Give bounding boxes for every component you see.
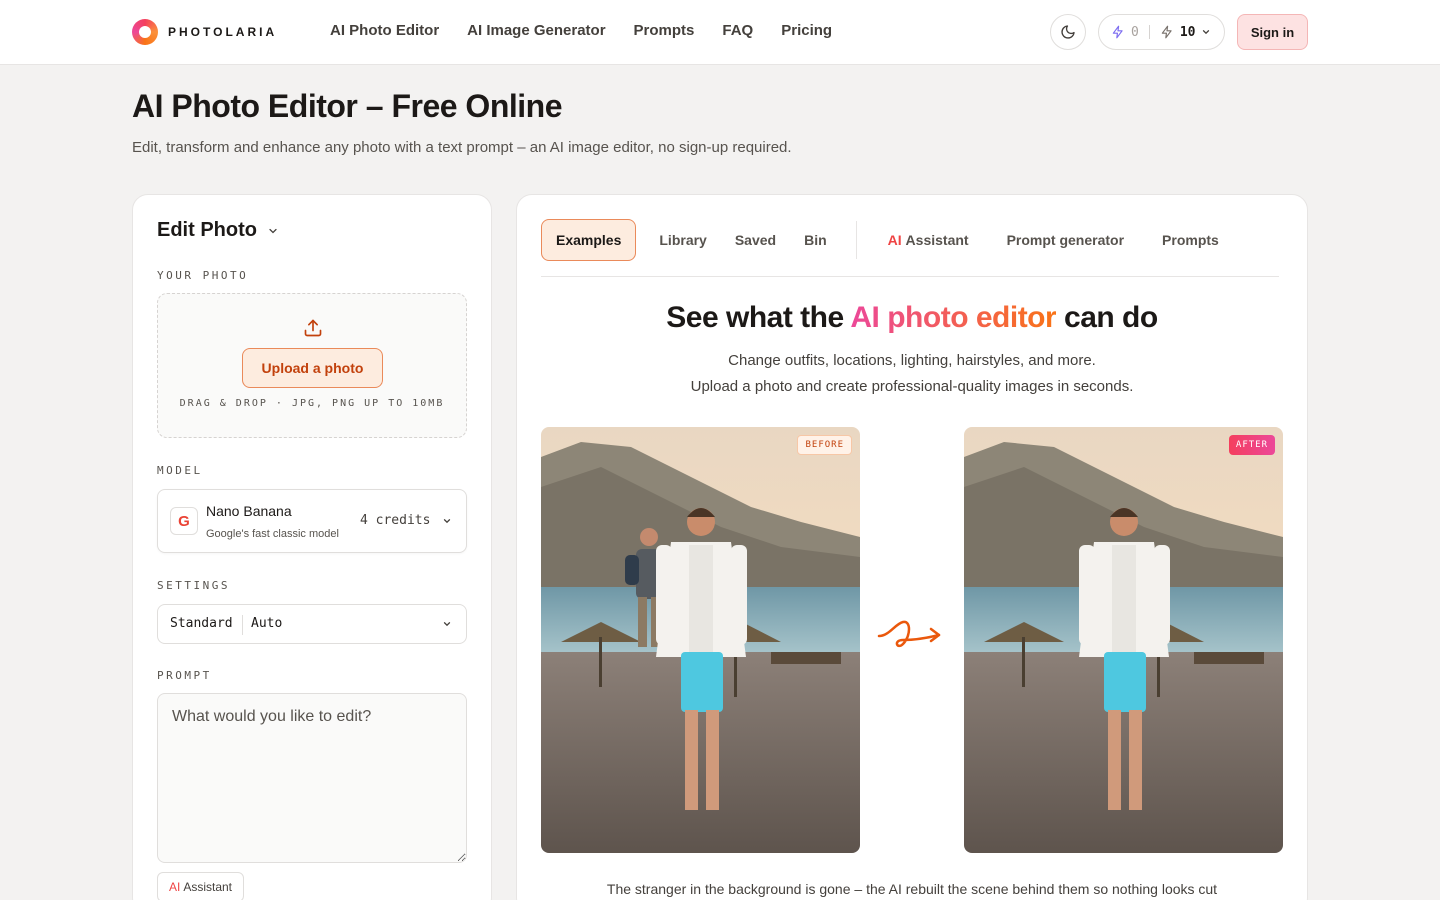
sign-in-button[interactable]: Sign in [1237, 14, 1308, 50]
credits-total: 10 [1179, 24, 1196, 40]
chevron-down-icon [443, 622, 451, 627]
tab-examples[interactable]: Examples [541, 219, 637, 261]
logo-mark-icon [132, 19, 158, 45]
showcase-panel: Examples Library Saved Bin AI Assistant … [516, 194, 1308, 900]
showcase-title-highlight: AI photo editor [850, 301, 1057, 334]
ai-assistant-ai-label: AI [168, 880, 181, 894]
tab-ai-label: AI [887, 232, 902, 248]
panel-tabs: Examples Library Saved Bin AI Assistant … [541, 219, 1238, 261]
top-navigation-bar: PHOTOLARIA AI Photo Editor AI Image Gene… [0, 0, 1440, 65]
theme-toggle-button[interactable] [1050, 14, 1086, 50]
upload-icon [304, 319, 322, 337]
chevron-down-icon [269, 228, 277, 233]
nav-prompts[interactable]: Prompts [634, 22, 695, 39]
showcase-title: See what the AI photo editor can do [517, 301, 1307, 335]
model-description: Google's fast classic model [206, 528, 339, 540]
before-photo-image [541, 427, 860, 853]
showcase-title-pre: See what the [666, 301, 851, 334]
google-logo-icon: G [170, 507, 198, 535]
showcase-title-post: can do [1056, 301, 1158, 334]
bolt-outline-icon [1161, 25, 1172, 39]
drop-hint: DRAG & DROP · JPG, PNG UP TO 10MB [179, 398, 445, 409]
nav-faq[interactable]: FAQ [722, 22, 753, 39]
model-name: Nano Banana [206, 503, 292, 519]
edit-photo-panel: Edit Photo YOUR PHOTO Upload a photo DRA… [132, 194, 492, 900]
page-subtitle: Edit, transform and enhance any photo wi… [132, 139, 792, 156]
tab-ai-assistant[interactable]: AI Assistant [874, 219, 988, 261]
logo[interactable]: PHOTOLARIA [132, 18, 277, 46]
ai-assistant-button[interactable]: AI Assistant [157, 872, 244, 900]
nav-ai-photo-editor[interactable]: AI Photo Editor [330, 22, 439, 39]
tab-prompts[interactable]: Prompts [1143, 219, 1238, 261]
tab-saved[interactable]: Saved [721, 219, 790, 261]
tab-bin[interactable]: Bin [790, 219, 841, 261]
tab-assistant-label: Assistant [905, 232, 969, 248]
credits-used: 0 [1131, 24, 1139, 40]
tabs-divider [855, 221, 857, 259]
photo-dropzone[interactable]: Upload a photo DRAG & DROP · JPG, PNG UP… [157, 293, 467, 438]
moon-icon [1061, 25, 1075, 39]
model-credits: 4 credits [360, 513, 431, 528]
ai-assistant-label: Assistant [183, 880, 233, 894]
credits-dropdown[interactable]: 0 10 [1098, 14, 1225, 50]
after-photo: AFTER [964, 427, 1283, 853]
chevron-down-icon [1203, 30, 1210, 35]
example-caption: The stranger in the background is gone –… [606, 881, 1218, 897]
tabs-divider-line [541, 276, 1279, 277]
aspect-ratio-value: Auto [251, 616, 283, 631]
tab-library[interactable]: Library [645, 219, 720, 261]
settings-label: SETTINGS [157, 579, 230, 592]
settings-select[interactable]: Standard Auto [157, 604, 467, 644]
settings-divider [242, 615, 243, 635]
swirl-arrow-icon [877, 620, 941, 648]
edit-photo-title: Edit Photo [157, 219, 257, 241]
after-photo-image [964, 427, 1283, 853]
upload-photo-button[interactable]: Upload a photo [242, 348, 383, 388]
logo-text: PHOTOLARIA [168, 25, 278, 39]
prompt-input[interactable] [157, 693, 467, 863]
your-photo-label: YOUR PHOTO [157, 269, 249, 282]
edit-photo-dropdown[interactable]: Edit Photo [157, 219, 279, 242]
before-tag: BEFORE [797, 435, 852, 455]
showcase-subtitle-line1: Change outfits, locations, lighting, hai… [728, 352, 1096, 369]
before-photo: BEFORE [541, 427, 860, 853]
main-nav: AI Photo Editor AI Image Generator Promp… [330, 22, 832, 39]
after-tag: AFTER [1228, 435, 1275, 455]
prompt-label: PROMPT [157, 669, 212, 682]
bolt-icon [1112, 25, 1123, 39]
nav-pricing[interactable]: Pricing [781, 22, 832, 39]
quality-value: Standard [170, 616, 233, 631]
showcase-subtitle-line2: Upload a photo and create professional-q… [690, 378, 1134, 395]
page-title: AI Photo Editor – Free Online [132, 88, 562, 124]
tab-prompt-generator[interactable]: Prompt generator [988, 219, 1143, 261]
model-select[interactable]: G Nano Banana Google's fast classic mode… [157, 489, 467, 553]
nav-ai-image-generator[interactable]: AI Image Generator [467, 22, 605, 39]
model-label: MODEL [157, 464, 203, 477]
credits-divider [1148, 25, 1150, 39]
chevron-down-icon [443, 519, 451, 524]
